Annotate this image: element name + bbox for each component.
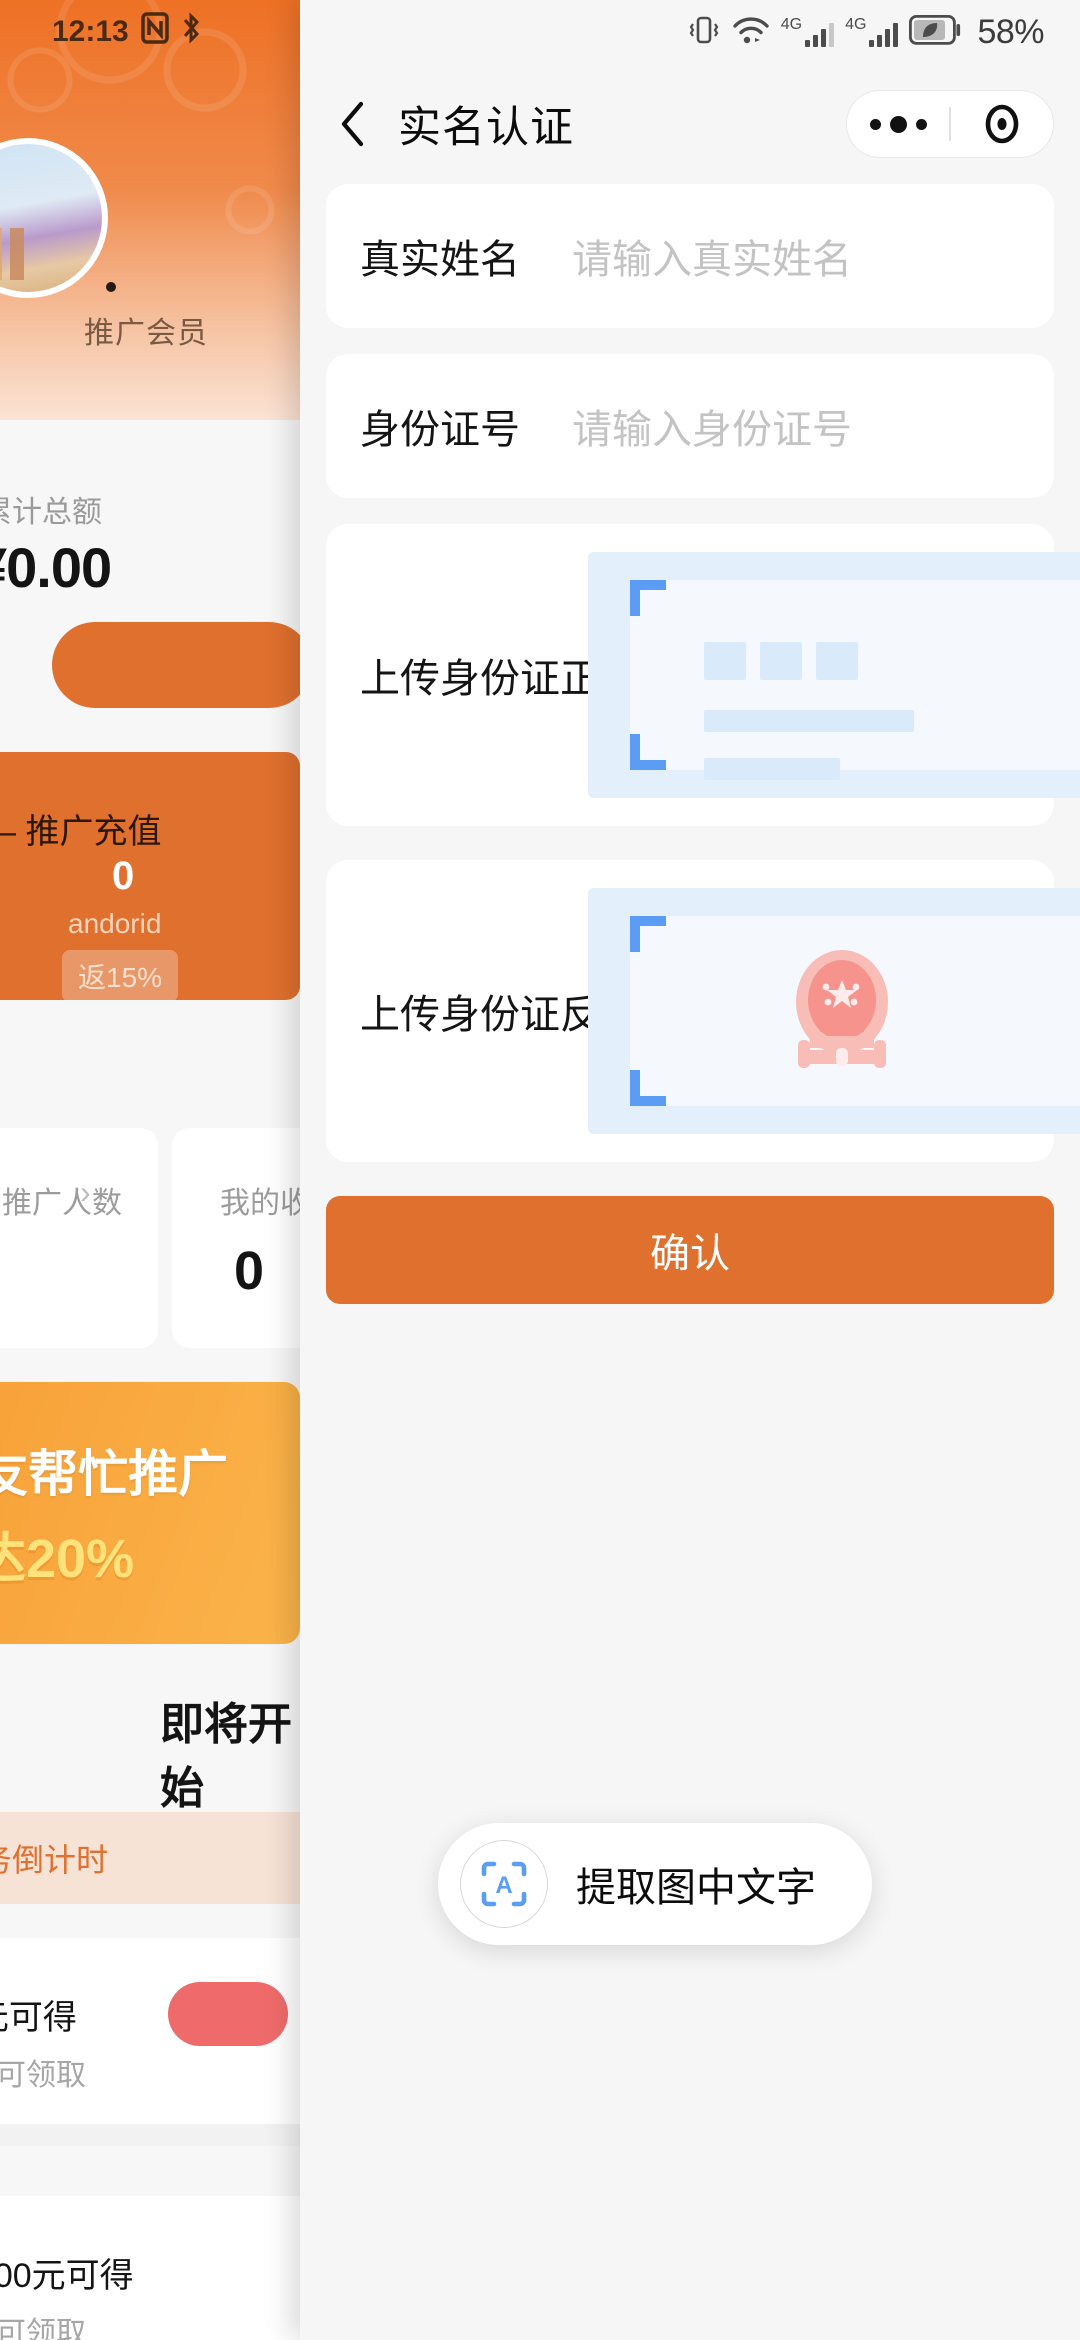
navigation-bar: 实名认证 (300, 64, 1080, 184)
task-countdown-label: 任务倒计时 (0, 1842, 109, 1878)
battery-saver-icon (909, 14, 961, 50)
task-divider (0, 2124, 300, 2146)
promo-recharge-card[interactable]: — 推广充值 0 andorid 游戏 返20% 返15% (0, 752, 300, 1000)
soon-label: 即将开始 (160, 1700, 292, 1813)
miniprogram-panel: 4G 4G 58% 实名认证 真实姓名 请输入真实姓名 身份证号 请输入身份证号… (300, 0, 1080, 2340)
chevron-right-icon: › (80, 1174, 91, 1210)
banner-line-1: 邀请好友帮忙推广 (0, 1446, 228, 1502)
svg-text:A: A (495, 1872, 512, 1899)
task-subtitle-1: 用户累计充值可领取 (0, 2059, 86, 2092)
id-card-back-placeholder-icon[interactable] (588, 888, 1080, 1134)
corner-bracket-bottom-left (630, 734, 666, 770)
stat-value-income: 0 (234, 1241, 265, 1301)
miniprogram-capsule (846, 90, 1054, 158)
bg-status-bar: 12:13 (0, 0, 300, 64)
real-name-input[interactable]: 请输入真实姓名 (572, 227, 852, 285)
id-number-input[interactable]: 请输入身份证号 (572, 397, 852, 455)
task-title-1: 累计充值9元可得 (0, 1999, 77, 2037)
id-front-line-2 (704, 758, 840, 780)
vip-label: 推广会员 (84, 317, 208, 350)
stat-label-income: 我的收益 (220, 1187, 300, 1220)
invite-friends-banner[interactable]: 邀请好友帮忙推广 最高可达20% (0, 1382, 300, 1644)
nickname-dot (106, 282, 116, 292)
task-row-1[interactable]: 累计充值9元可得 用户累计充值可领取 (0, 1938, 300, 2124)
signal-label-1: 4G (780, 16, 803, 33)
stat-label-people: 推广人数 (2, 1187, 122, 1220)
promo-platform: andorid (68, 908, 162, 939)
signal-label-2: 4G (845, 16, 867, 33)
promo-count: 0 (112, 854, 135, 898)
stat-card-income[interactable]: 我的收益 0 (172, 1128, 300, 1348)
corner-bracket-bottom-left (630, 1070, 666, 1106)
task-claim-button-1[interactable] (168, 1982, 288, 2046)
promo-title: — 推广充值 (0, 813, 162, 851)
ocr-extract-text-button[interactable]: A 提取图中文字 (438, 1823, 872, 1945)
field-card-id-number[interactable]: 身份证号 请输入身份证号 (326, 354, 1054, 498)
confirm-button[interactable]: 确认 (326, 1196, 1054, 1304)
task-row-2[interactable]: 累计充值2000元可得 用户累计充值可领取 (0, 2196, 300, 2340)
signal-4g-icon-2: 4G (845, 16, 899, 47)
field-card-real-name[interactable]: 真实姓名 请输入真实姓名 (326, 184, 1054, 328)
wifi-icon (732, 14, 770, 51)
id-front-line-1 (704, 710, 914, 732)
corner-bracket-top-left (630, 580, 666, 616)
bluetooth-icon (181, 12, 201, 52)
withdraw-button[interactable] (52, 622, 300, 708)
id-card-front-placeholder-icon[interactable] (588, 552, 1080, 798)
id-front-field-blocks (704, 642, 858, 680)
corner-bracket-top-left (630, 916, 666, 952)
task-countdown-bar: 任务倒计时 (0, 1812, 300, 1904)
target-circle-icon[interactable] (951, 101, 1053, 147)
page-title: 实名认证 (398, 104, 574, 152)
stat-card-people[interactable]: 推广人数 › (0, 1128, 158, 1348)
more-dots-icon[interactable] (847, 115, 949, 133)
battery-percent: 58% (977, 12, 1044, 51)
national-emblem-icon (776, 940, 908, 1090)
total-amount-value: ¥0.00 (0, 536, 112, 599)
ocr-button-label: 提取图中文字 (576, 1866, 816, 1910)
field-label-real-name: 真实姓名 (360, 238, 520, 282)
background-app-promotion-page: 12:13 推广会员 累计总额 ¥0.00 — 推广充值 0 andorid 游… (0, 0, 300, 2340)
task-subtitle-2: 用户累计充值可领取 (0, 2317, 86, 2340)
upload-card-id-front[interactable]: 上传身份证正面 (326, 524, 1080, 826)
total-amount-label: 累计总额 (0, 496, 102, 529)
bg-status-time: 12:13 (52, 15, 129, 48)
vibrate-icon (687, 13, 721, 52)
nfc-icon (140, 12, 169, 52)
chevron-left-icon[interactable] (330, 101, 376, 147)
signal-4g-icon-1: 4G (780, 16, 835, 47)
field-label-id-number: 身份证号 (360, 408, 520, 452)
ocr-scan-icon: A (460, 1840, 548, 1928)
banner-line-2-highlight: 高可达20% (0, 1529, 135, 1589)
upload-card-id-back[interactable]: 上传身份证反面 (326, 860, 1080, 1162)
promo-rebate-right: 返15% (62, 950, 179, 1000)
status-bar: 4G 4G 58% (300, 0, 1080, 64)
banner-line-2: 最高可达20% (0, 1514, 134, 1593)
task-title-2: 累计充值2000元可得 (0, 2257, 134, 2295)
